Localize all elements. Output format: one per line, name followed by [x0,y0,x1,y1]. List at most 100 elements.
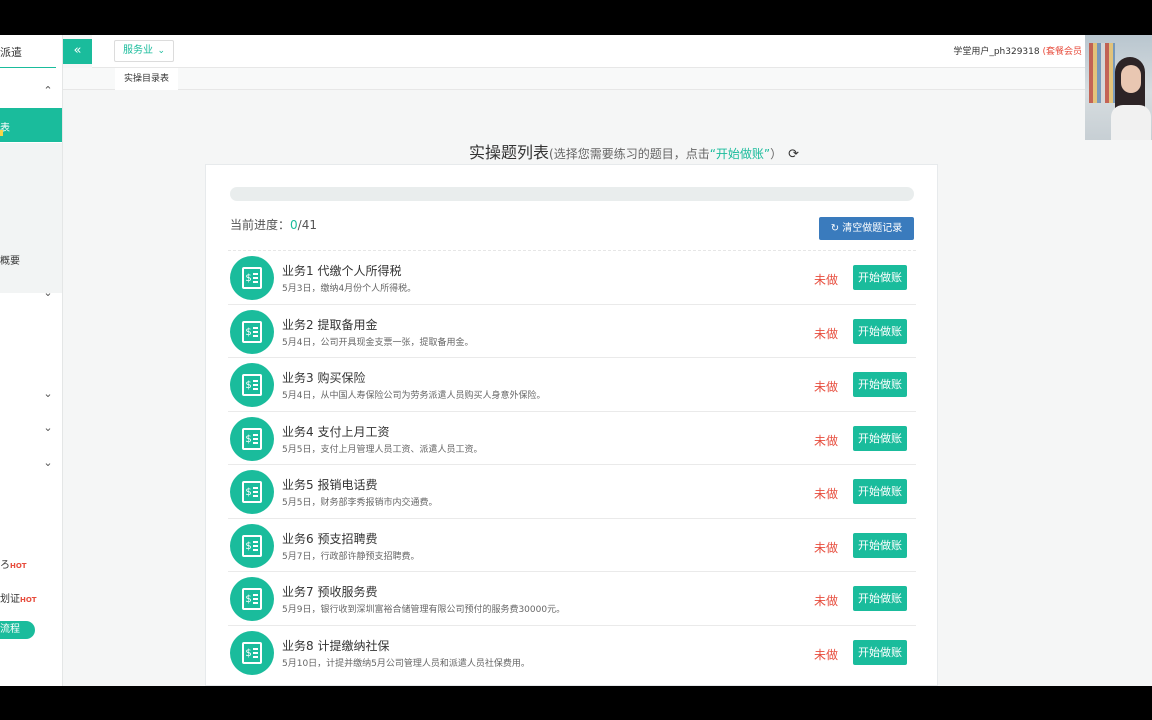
task-title: 业务1 代缴个人所得税 [282,264,402,278]
receipt-icon: $ [230,309,274,354]
presenter-body [1111,105,1151,140]
task-row: $ 业务1 代缴个人所得税 5月3日，缴纳4月份个人所得税。 未做 开始做账 [228,250,916,304]
flow-pill-button[interactable]: 流程 [0,621,35,639]
start-bookkeeping-button[interactable]: 开始做账 [853,479,907,504]
start-bookkeeping-button[interactable]: 开始做账 [853,532,907,558]
progress-label: 当前进度：0/41 [230,216,317,233]
receipt-icon: $ [230,363,274,407]
sidebar-item-active[interactable]: 表 [0,108,62,142]
task-row: $ 业务5 报销电话费 5月5日，财务部李秀报销市内交通费。 未做 开始做账 [228,464,916,518]
sidebar-hot-item-label: 划证 [0,594,20,605]
presenter-face [1121,65,1141,93]
receipt-icon: $ [230,416,274,461]
active-marker [0,130,3,136]
progress-label-text: 当前进度： [230,218,291,232]
refresh-icon: ↻ [830,223,840,234]
task-description: 5月10日，计提并缴纳5月公司管理人员和派遣人员社保费用。 [282,658,530,669]
task-description: 5月5日，财务部李秀报销市内交通费。 [282,498,438,508]
task-list-card: 当前进度：0/41 ↻ 清空做题记录 $ 业务1 代缴个人所得税 5月3日，缴纳… [205,164,938,686]
start-bookkeeping-button[interactable]: 开始做账 [853,372,907,397]
page-title-text: 实操题列表 [469,143,550,162]
task-status: 未做 [814,380,839,394]
task-status: 未做 [814,594,839,608]
tab-practice-catalog[interactable]: 实操目录表 [115,68,179,90]
start-bookkeeping-button[interactable]: 开始做账 [853,318,907,344]
task-status: 未做 [814,487,839,501]
receipt-icon: $ [230,256,274,300]
sidebar-hot-item-label: ろ [0,560,10,571]
start-bookkeeping-button[interactable]: 开始做账 [853,586,907,611]
business-type-select[interactable]: 服务业 ⌄ [114,40,174,62]
progress-total: /41 [297,218,317,232]
task-status: 未做 [814,647,839,662]
sidebar-submenu: 概要 [0,143,62,293]
task-status: 未做 [814,433,839,448]
page-title-hint: (选择您需要练习的题目，点击“开始做账”） [549,147,782,161]
task-description: 5月4日，公司开具现金支票一张，提取备用金。 [282,337,474,348]
app-frame: 派遣 ⌃ 表 概要 ⌄ ⌄ ⌄ ⌄ ろHOT 划证HOT 流程 « 服务业 ⌄ … [0,35,1152,686]
task-description: 5月5日，支付上月管理人员工资、派遣人员工资。 [282,444,483,455]
hot-badge: HOT [10,562,27,570]
task-row: $ 业务8 计提缴纳社保 5月10日，计提并缴纳5月公司管理人员和派遣人员社保费… [228,624,916,679]
sidebar-brand-underline [0,67,56,68]
start-bookkeeping-button[interactable]: 开始做账 [853,639,907,665]
chevron-down-icon[interactable]: ⌄ [42,457,54,469]
sidebar-hot-item[interactable]: 划证HOT [0,590,37,605]
svg-text:$: $ [245,648,251,659]
clear-records-label: 清空做题记录 [842,223,903,234]
bookshelf [1089,43,1115,103]
receipt-icon: $ [230,470,274,514]
svg-text:$: $ [245,594,251,605]
svg-text:$: $ [245,380,251,391]
task-description: 5月7日，行政部许静预支招聘费。 [282,551,420,562]
user-membership: (套餐会员 [1042,47,1082,57]
task-row: $ 业务3 购买保险 5月4日，从中国人寿保险公司为劳务派遣人员购买人身意外保险… [228,357,916,411]
task-title: 业务7 预收服务费 [282,585,378,599]
chevron-down-icon: ⌄ [157,46,165,56]
task-title: 业务2 提取备用金 [282,317,378,332]
task-description: 5月9日，银行收到深圳富裕合储管理有限公司预付的服务费30000元。 [282,605,566,615]
start-bookkeeping-button[interactable]: 开始做账 [853,265,907,290]
start-bookkeeping-button[interactable]: 开始做账 [853,425,907,451]
clear-records-button[interactable]: ↻ 清空做题记录 [819,217,914,240]
hint-prefix: (选择您需要练习的题目，点击 [549,147,710,161]
svg-text:$: $ [245,434,251,445]
business-type-value: 服务业 [123,45,153,56]
task-description: 5月3日，缴纳4月份个人所得税。 [282,284,417,294]
tab-bar: 实操目录表 [63,68,1152,90]
sidebar-hot-item[interactable]: ろHOT [0,556,27,571]
sidebar-subitem[interactable]: 概要 [0,252,20,267]
task-row: $ 业务4 支付上月工资 5月5日，支付上月管理人员工资、派遣人员工资。 未做 … [228,410,916,465]
task-status: 未做 [814,540,839,555]
svg-text:$: $ [245,487,251,498]
receipt-icon: $ [230,630,274,675]
task-list: $ 业务1 代缴个人所得税 5月3日，缴纳4月份个人所得税。 未做 开始做账 $… [228,250,916,678]
topbar: 服务业 ⌄ 学堂用户_ph329318 (套餐会员 [92,35,1152,68]
task-status: 未做 [814,326,839,341]
chevron-down-icon[interactable]: ⌄ [42,422,54,434]
task-status: 未做 [814,273,839,287]
task-title: 业务6 预支招聘费 [282,531,378,546]
page-title: 实操题列表(选择您需要练习的题目，点击“开始做账”） ⟳ [469,139,799,163]
receipt-icon: $ [230,523,274,568]
progress-current: 0 [290,218,298,232]
collapse-sidebar-button[interactable]: « [63,39,92,64]
hint-action: “开始做账” [709,147,771,161]
task-title: 业务8 计提缴纳社保 [282,638,390,653]
task-row: $ 业务7 预收服务费 5月9日，银行收到深圳富裕合储管理有限公司预付的服务费3… [228,571,916,625]
chevron-up-icon[interactable]: ⌃ [42,85,54,97]
task-title: 业务4 支付上月工资 [282,424,390,439]
chevron-down-icon[interactable]: ⌄ [42,287,54,299]
user-info[interactable]: 学堂用户_ph329318 (套餐会员 [953,44,1082,57]
hot-badge: HOT [20,596,37,604]
chevron-down-icon[interactable]: ⌄ [42,388,54,400]
svg-text:$: $ [245,327,251,338]
webcam-overlay [1085,35,1152,140]
task-row: $ 业务6 预支招聘费 5月7日，行政部许静预支招聘费。 未做 开始做账 [228,517,916,572]
task-description: 5月4日，从中国人寿保险公司为劳务派遣人员购买人身意外保险。 [282,391,546,401]
svg-text:$: $ [245,273,251,284]
sidebar-brand: 派遣 [0,46,22,59]
user-name: 学堂用户_ph329318 [953,47,1040,57]
refresh-icon[interactable]: ⟳ [788,147,799,162]
progress-bar [230,187,914,201]
